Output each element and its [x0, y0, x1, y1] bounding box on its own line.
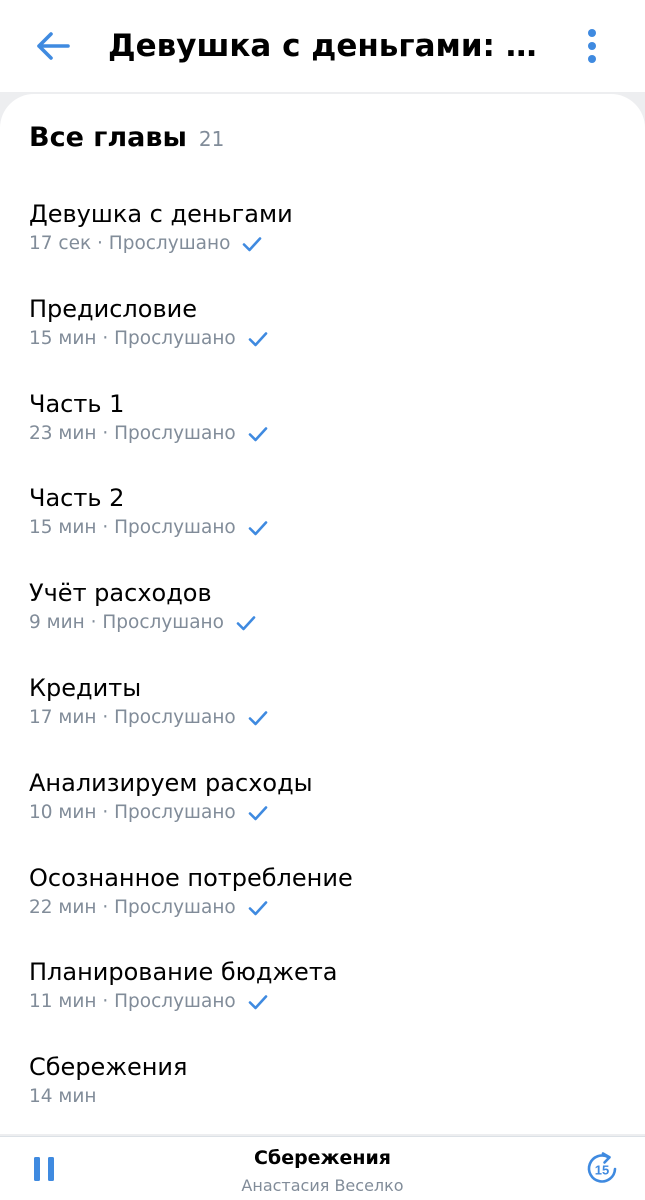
chapter-title: Планирование бюджета: [29, 958, 338, 986]
chapter-title: Кредиты: [29, 674, 142, 702]
chapter-meta: 14 мин: [29, 1084, 97, 1110]
more-menu-button[interactable]: [572, 22, 612, 70]
chapter-meta: 17 сек · Прослушано: [29, 231, 262, 257]
screen: Девушка с деньгами: Кн... Все главы 21 Д…: [0, 0, 645, 1200]
checkmark-icon: [248, 805, 268, 821]
chapter-title: Учёт расходов: [29, 579, 212, 607]
checkmark-icon: [248, 710, 268, 726]
section-title: Все главы: [29, 122, 187, 153]
player-track-title: Сбережения: [253, 1147, 392, 1169]
checkmark-icon: [242, 236, 262, 252]
chapter-item[interactable]: Предисловие 15 мин · Прослушано: [0, 293, 645, 385]
chapter-title: Девушка с деньгами: [29, 200, 293, 228]
chapter-duration-status: 10 мин · Прослушано: [29, 802, 236, 823]
chapter-item[interactable]: Планирование бюджета 11 мин · Прослушано: [0, 956, 645, 1048]
chapter-item[interactable]: Осознанное потребление 22 мин · Прослуша…: [0, 862, 645, 954]
back-button[interactable]: [26, 22, 80, 70]
section-header: Все главы 21: [29, 122, 224, 162]
chapter-item[interactable]: Учёт расходов 9 мин · Прослушано: [0, 577, 645, 669]
chapter-duration-status: 23 мин · Прослушано: [29, 423, 236, 444]
chapter-duration-status: 22 мин · Прослушано: [29, 897, 236, 918]
checkmark-icon: [248, 520, 268, 536]
skip-seconds-label: 15: [595, 1163, 609, 1178]
chapter-meta: 10 мин · Прослушано: [29, 800, 268, 826]
chapter-meta: 15 мин · Прослушано: [29, 326, 268, 352]
chapter-item[interactable]: Девушка с деньгами 17 сек · Прослушано: [0, 198, 645, 290]
skip-forward-15-button[interactable]: 15: [580, 1149, 624, 1189]
chapter-meta: 22 мин · Прослушано: [29, 895, 268, 921]
checkmark-icon: [248, 331, 268, 347]
mini-player[interactable]: Сбережения Анастасия Веселко 15: [0, 1136, 645, 1200]
checkmark-icon: [248, 426, 268, 442]
chapter-title: Часть 1: [29, 390, 125, 418]
player-track-author: Анастасия Веселко: [241, 1176, 404, 1195]
chapter-duration: 14 мин: [29, 1086, 97, 1107]
chapter-item[interactable]: Часть 2 15 мин · Прослушано: [0, 482, 645, 574]
chapter-item[interactable]: Кредиты 17 мин · Прослушано: [0, 672, 645, 764]
checkmark-icon: [236, 615, 256, 631]
page-title: Девушка с деньгами: Кн...: [108, 28, 548, 64]
chapter-item-current[interactable]: Сбережения 14 мин: [0, 1051, 645, 1143]
app-bar: Девушка с деньгами: Кн...: [0, 0, 645, 92]
chapter-title: Анализируем расходы: [29, 769, 313, 797]
chapter-title: Осознанное потребление: [29, 864, 353, 892]
chapter-title: Предисловие: [29, 295, 197, 323]
more-vertical-icon: [588, 29, 596, 63]
chapter-meta: 15 мин · Прослушано: [29, 515, 268, 541]
chapter-duration-status: 15 мин · Прослушано: [29, 328, 236, 349]
chapter-item[interactable]: Часть 1 23 мин · Прослушано: [0, 388, 645, 480]
chapter-meta: 9 мин · Прослушано: [29, 610, 256, 636]
chapter-meta: 23 мин · Прослушано: [29, 421, 268, 447]
chapter-duration-status: 11 мин · Прослушано: [29, 991, 236, 1012]
chapter-title: Часть 2: [29, 484, 125, 512]
chapter-duration-status: 17 сек · Прослушано: [29, 233, 231, 254]
checkmark-icon: [248, 994, 268, 1010]
chapter-meta: 17 мин · Прослушано: [29, 705, 268, 731]
chapters-count: 21: [198, 127, 225, 151]
checkmark-icon: [248, 900, 268, 916]
chapter-duration-status: 9 мин · Прослушано: [29, 612, 224, 633]
chapter-duration-status: 17 мин · Прослушано: [29, 707, 236, 728]
chapter-item[interactable]: Анализируем расходы 10 мин · Прослушано: [0, 767, 645, 859]
chapter-meta: 11 мин · Прослушано: [29, 989, 268, 1015]
skip-forward-15-icon: 15: [587, 1152, 617, 1183]
chapter-duration-status: 15 мин · Прослушано: [29, 517, 236, 538]
chapter-title: Сбережения: [29, 1053, 188, 1081]
arrow-left-icon: [37, 32, 70, 60]
